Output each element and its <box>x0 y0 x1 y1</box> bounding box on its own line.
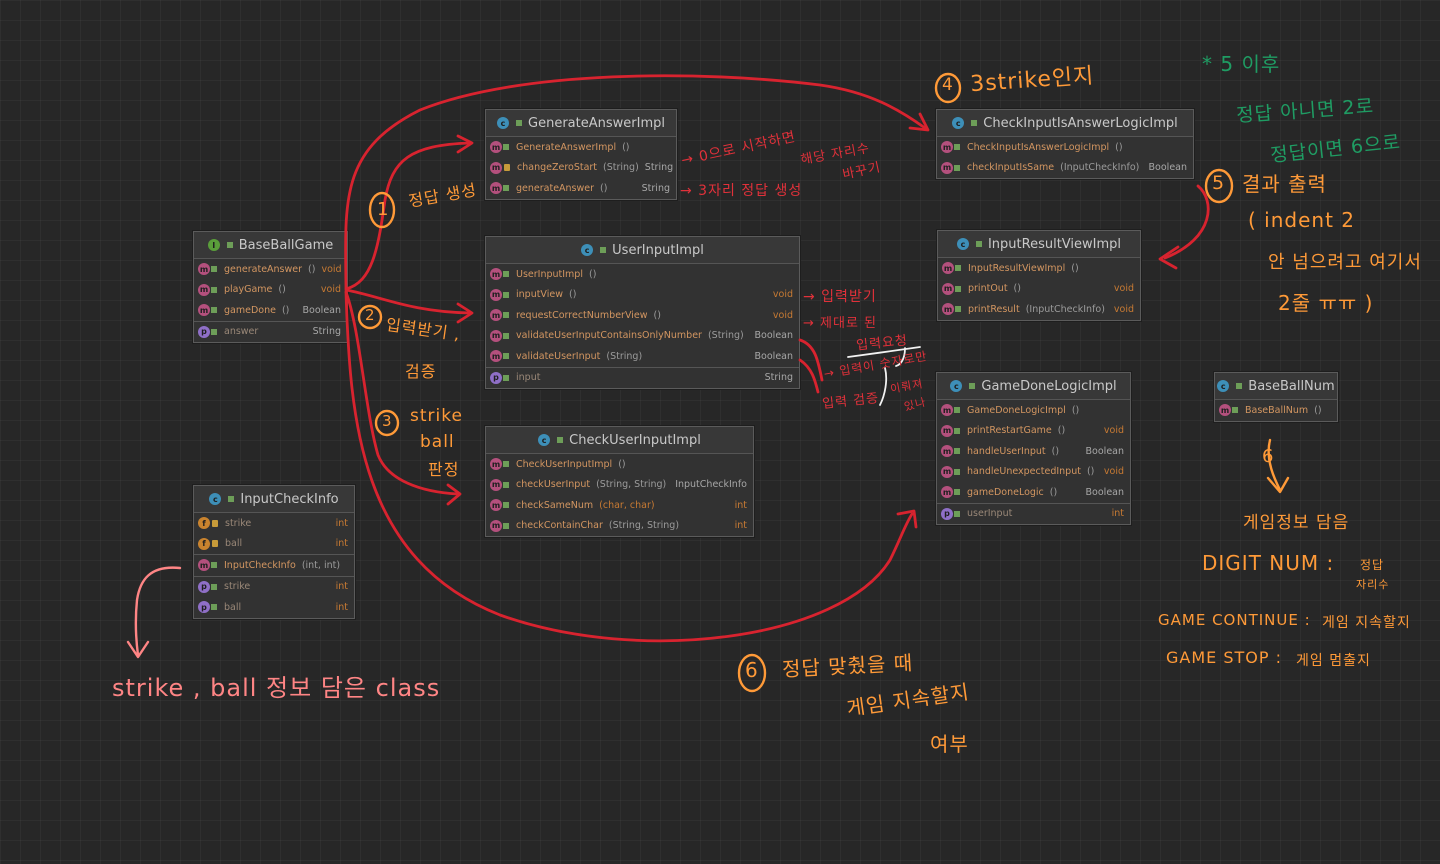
game-continue-label: GAME CONTINUE : <box>1158 611 1311 629</box>
baseball-num-step-number: 6 <box>1262 446 1275 467</box>
annotation-strokes <box>126 72 1290 693</box>
step5-note-a: ( indent 2 <box>1248 208 1355 232</box>
underline <box>879 367 888 406</box>
digit-num-desc-b: 자리수 <box>1356 578 1390 591</box>
step6-number: 6 <box>745 658 759 682</box>
proper-input-note-a: → 제대로 된 <box>803 316 877 331</box>
step5-note-b: 안 넘으려고 여기서 <box>1268 252 1422 273</box>
arrow-step5 <box>1163 184 1210 260</box>
step4-number: 4 <box>942 75 954 95</box>
digit-num-desc-a: 정답 <box>1360 558 1385 572</box>
step5-number: 5 <box>1212 172 1226 194</box>
game-continue-desc: 게임 지속할지 <box>1322 615 1411 631</box>
step2-number: 2 <box>365 306 376 324</box>
flow-arrows <box>344 74 1210 643</box>
step2-label-b: 검증 <box>405 362 437 381</box>
step3-label-a: strike <box>410 406 463 426</box>
pink-arrow <box>126 566 182 659</box>
game-stop-label: GAME STOP : <box>1166 648 1282 667</box>
step3-number: 3 <box>382 412 393 430</box>
step1-number: 1 <box>377 199 390 220</box>
baseball-num-note: 게임정보 담음 <box>1243 513 1350 533</box>
game-stop-desc: 게임 멈출지 <box>1296 653 1371 669</box>
step5-note-c: 2줄 ㅠㅠ ) <box>1278 291 1374 315</box>
digit-num-label: DIGIT NUM : <box>1202 551 1335 575</box>
input-recv-note: → 입력받기 <box>803 289 877 305</box>
arrow-step1 <box>344 141 472 291</box>
three-digit-note: → 3자리 정답 생성 <box>680 183 803 199</box>
step5-label: 결과 출력 <box>1242 172 1327 196</box>
bracket-stroke <box>798 358 820 394</box>
input-check-info-note: strike , ball 정보 담은 class <box>112 674 441 702</box>
arrow-info-note <box>134 566 182 657</box>
arrow-step4 <box>344 74 927 290</box>
step-circles <box>357 72 1290 693</box>
green-note-a: * 5 이후 <box>1202 52 1281 76</box>
step3-label-c: 판정 <box>428 460 460 479</box>
step6-label-c: 여부 <box>930 732 969 756</box>
step3-label-b: ball <box>420 432 455 452</box>
arrowhead <box>908 112 930 132</box>
